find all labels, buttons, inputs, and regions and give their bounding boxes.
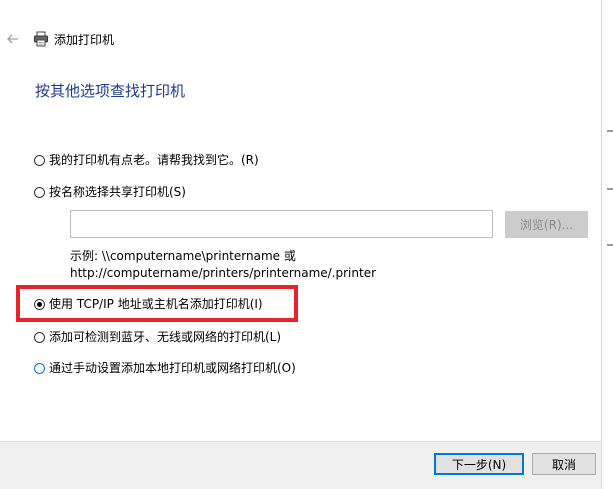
radio-button[interactable]	[34, 331, 45, 343]
option-bluetooth-wireless-printer[interactable]: 添加可检测到蓝牙、无线或网络的打印机(L)	[34, 328, 281, 346]
back-arrow-icon[interactable]	[5, 31, 21, 47]
strip-tick	[607, 188, 613, 190]
browse-button[interactable]: 浏览(R)...	[505, 211, 588, 238]
option-label: 我的打印机有点老。请帮我找到它。(R)	[49, 153, 259, 167]
radio-button[interactable]	[34, 154, 45, 166]
option-old-printer[interactable]: 我的打印机有点老。请帮我找到它。(R)	[34, 151, 259, 169]
option-manual-local-printer[interactable]: 通过手动设置添加本地打印机或网络打印机(O)	[34, 359, 296, 377]
red-highlight-box	[16, 285, 298, 322]
example-text-line-1: 示例: \\computername\printername 或	[70, 249, 296, 263]
radio-button[interactable]	[34, 186, 45, 198]
shared-printer-name-input[interactable]	[70, 210, 493, 238]
option-label: 通过手动设置添加本地打印机或网络打印机(O)	[49, 361, 296, 375]
strip-tick	[607, 130, 613, 132]
next-button[interactable]: 下一步(N)	[434, 453, 524, 475]
window-title: 添加打印机	[54, 33, 115, 47]
dialog-footer: 下一步(N) 取消	[0, 441, 601, 489]
strip-tick	[607, 244, 613, 246]
option-label: 添加可检测到蓝牙、无线或网络的打印机(L)	[49, 330, 282, 344]
example-text-line-2: http://computername/printers/printername…	[70, 266, 377, 280]
option-shared-printer[interactable]: 按名称选择共享打印机(S)	[34, 183, 186, 201]
option-label: 按名称选择共享打印机(S)	[49, 185, 186, 199]
cancel-button[interactable]: 取消	[532, 453, 596, 475]
back-arrow-icon-svg	[7, 34, 18, 44]
page-title: 按其他选项查找打印机	[35, 82, 186, 100]
radio-button[interactable]	[34, 362, 45, 374]
printer-icon	[33, 31, 49, 47]
